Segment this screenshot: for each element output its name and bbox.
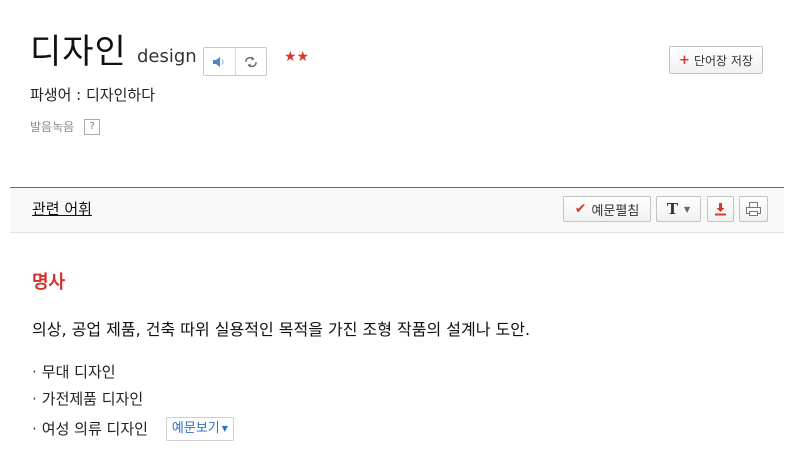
speaker-icon	[213, 56, 224, 67]
example-item: · 무대 디자인	[32, 362, 116, 382]
print-button[interactable]	[739, 196, 768, 222]
save-to-wordbook-label: 단어장 저장	[693, 53, 753, 68]
check-icon: ✔	[574, 201, 587, 217]
part-of-speech: 명사	[32, 272, 66, 293]
caret-down-icon: ▼	[221, 424, 228, 433]
text-size-label: T	[666, 200, 678, 218]
definition-text: 의상, 공업 제품, 건축 따위 실용적인 목적을 가진 조형 작품의 설계나 …	[32, 320, 531, 339]
download-icon	[715, 203, 726, 216]
example-text: 무대 디자인	[41, 363, 116, 381]
plus-icon: +	[679, 52, 690, 68]
example-item: · 여성 의류 디자인 예문보기 ▼	[32, 417, 234, 441]
repeat-icon	[245, 56, 257, 67]
expand-examples-label: 예문펼침	[591, 203, 640, 219]
pronunciation-controls	[203, 47, 267, 76]
help-icon[interactable]: ?	[84, 119, 101, 135]
repeat-sound-button[interactable]	[234, 48, 267, 75]
play-sound-button[interactable]	[204, 48, 235, 75]
romanized-word: design	[137, 46, 197, 67]
related-words-link[interactable]: 관련 어휘	[32, 199, 92, 219]
example-text: 가전제품 디자인	[41, 390, 144, 408]
derivative-text: 파생어 : 디자인하다	[30, 86, 155, 104]
frequency-stars: ★★	[284, 49, 310, 65]
bullet: ·	[32, 390, 37, 408]
view-examples-label: 예문보기	[171, 421, 220, 436]
example-text: 여성 의류 디자인	[41, 420, 148, 438]
text-size-button[interactable]: T ▼	[656, 196, 701, 222]
pronunciation-recording-label[interactable]: 발음녹음	[30, 118, 74, 136]
headword: 디자인	[30, 32, 127, 72]
print-icon	[746, 202, 761, 216]
caret-down-icon: ▼	[684, 204, 691, 214]
view-examples-button[interactable]: 예문보기 ▼	[165, 417, 234, 441]
bullet: ·	[32, 363, 37, 381]
example-item: · 가전제품 디자인	[32, 389, 143, 409]
expand-examples-button[interactable]: ✔ 예문펼침	[563, 196, 651, 222]
bullet: ·	[32, 420, 37, 438]
save-to-wordbook-button[interactable]: + 단어장 저장	[669, 46, 763, 74]
pronunciation-recording: 발음녹음 ?	[30, 118, 101, 136]
download-button[interactable]	[707, 196, 734, 222]
